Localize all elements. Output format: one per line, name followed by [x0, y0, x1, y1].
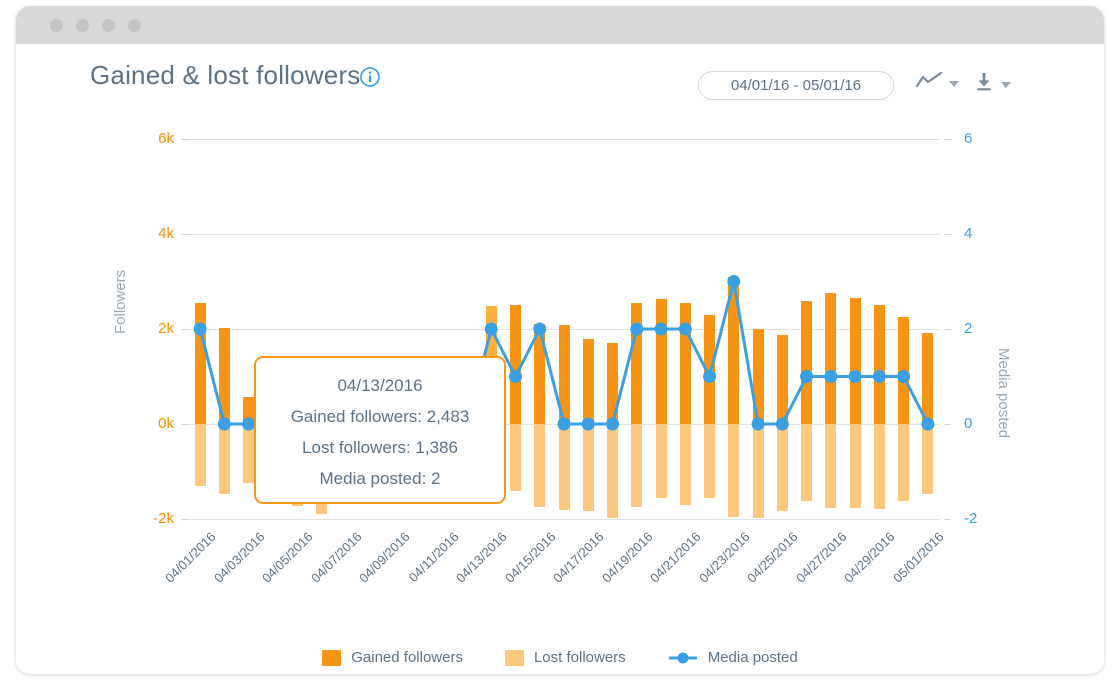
line-point[interactable]: [193, 322, 207, 336]
legend-label: Lost followers: [533, 649, 626, 666]
line-point[interactable]: [800, 370, 814, 383]
line-point[interactable]: [484, 322, 498, 336]
line-point[interactable]: [775, 417, 789, 431]
tick-mark: [944, 139, 951, 140]
line-point[interactable]: [630, 322, 644, 336]
window-dot-minimize[interactable]: [76, 19, 89, 32]
y-axis-left-tick: 4k: [158, 225, 174, 242]
chevron-down-icon: [1001, 81, 1011, 88]
y-axis-right-tick: -2: [964, 510, 978, 527]
y-axis-right-tick: 6: [964, 130, 973, 147]
legend-label: Gained followers: [351, 649, 463, 666]
line-point[interactable]: [508, 370, 522, 383]
tick-mark: [181, 329, 188, 330]
chart-type-selector[interactable]: [915, 71, 959, 95]
tick-mark: [181, 234, 188, 235]
y-axis-right-tick: 4: [964, 225, 973, 242]
tick-mark: [944, 329, 951, 330]
window-dot-close[interactable]: [50, 19, 63, 32]
line-point[interactable]: [897, 370, 911, 383]
y-axis-right-tick: 0: [964, 415, 973, 432]
line-point[interactable]: [581, 417, 595, 431]
chart-card: Gained & lost followers 04/01/16 - 05/01…: [16, 44, 1104, 674]
chart-plot-area: Followers Media posted -2k 0k 2k 4k 6k -2 0 2 4…: [16, 106, 1104, 674]
line-point[interactable]: [533, 322, 547, 336]
tick-mark: [181, 519, 188, 520]
y-axis-left-tick: 0k: [158, 415, 174, 432]
chart-header: Gained & lost followers 04/01/16 - 05/01…: [16, 44, 1104, 106]
line-point[interactable]: [606, 417, 620, 431]
tooltip-date: 04/13/2016: [337, 376, 423, 395]
line-point[interactable]: [921, 417, 935, 431]
line-chart-icon: [915, 71, 943, 95]
line-point[interactable]: [678, 322, 692, 336]
legend-item[interactable]: Media posted: [668, 649, 798, 666]
line-point[interactable]: [848, 370, 862, 383]
gridline: [188, 519, 940, 520]
y-axis-left-tick: -2k: [153, 510, 174, 527]
chart-legend: Gained followers Lost followers Media post…: [16, 649, 1104, 666]
line-point[interactable]: [751, 417, 765, 431]
chevron-down-icon: [949, 80, 959, 87]
app-window: Gained & lost followers 04/01/16 - 05/01…: [16, 6, 1104, 674]
line-point[interactable]: [727, 275, 741, 288]
line-point[interactable]: [872, 370, 886, 383]
tick-mark: [181, 139, 188, 140]
line-point[interactable]: [654, 322, 668, 336]
tooltip-media: Media posted: 2: [319, 469, 441, 488]
window-dot-maximize[interactable]: [102, 19, 115, 32]
legend-item[interactable]: Gained followers: [322, 649, 463, 666]
legend-label: Media posted: [707, 649, 798, 666]
window-titlebar: [16, 6, 1104, 44]
tick-mark: [944, 424, 951, 425]
y-axis-left-tick: 6k: [158, 130, 174, 147]
tick-mark: [944, 234, 951, 235]
tick-mark: [944, 519, 951, 520]
window-dot-extra[interactable]: [128, 19, 141, 32]
data-tooltip: 04/13/2016 Gained followers: 2,483 Lost …: [254, 356, 506, 504]
legend-swatch-icon: [504, 649, 524, 666]
tooltip-lost: Lost followers: 1,386: [302, 438, 458, 457]
y-axis-left-tick: 2k: [158, 320, 174, 337]
legend-line-dot-icon: [668, 652, 697, 663]
line-point[interactable]: [557, 417, 571, 431]
tooltip-gained: Gained followers: 2,483: [290, 407, 470, 426]
download-button[interactable]: [974, 72, 1011, 97]
tick-mark: [181, 424, 188, 425]
line-point[interactable]: [824, 370, 838, 383]
line-point[interactable]: [217, 417, 231, 431]
legend-item[interactable]: Lost followers: [504, 649, 626, 666]
info-icon[interactable]: [360, 67, 380, 87]
line-point[interactable]: [703, 370, 717, 383]
date-range-picker[interactable]: 04/01/16 - 05/01/16: [698, 71, 894, 100]
y-axis-right-tick: 2: [964, 320, 973, 337]
legend-swatch-icon: [322, 649, 342, 666]
page-title: Gained & lost followers: [90, 60, 361, 90]
download-icon: [974, 72, 994, 97]
y-axis-left-label: Followers: [112, 269, 129, 334]
